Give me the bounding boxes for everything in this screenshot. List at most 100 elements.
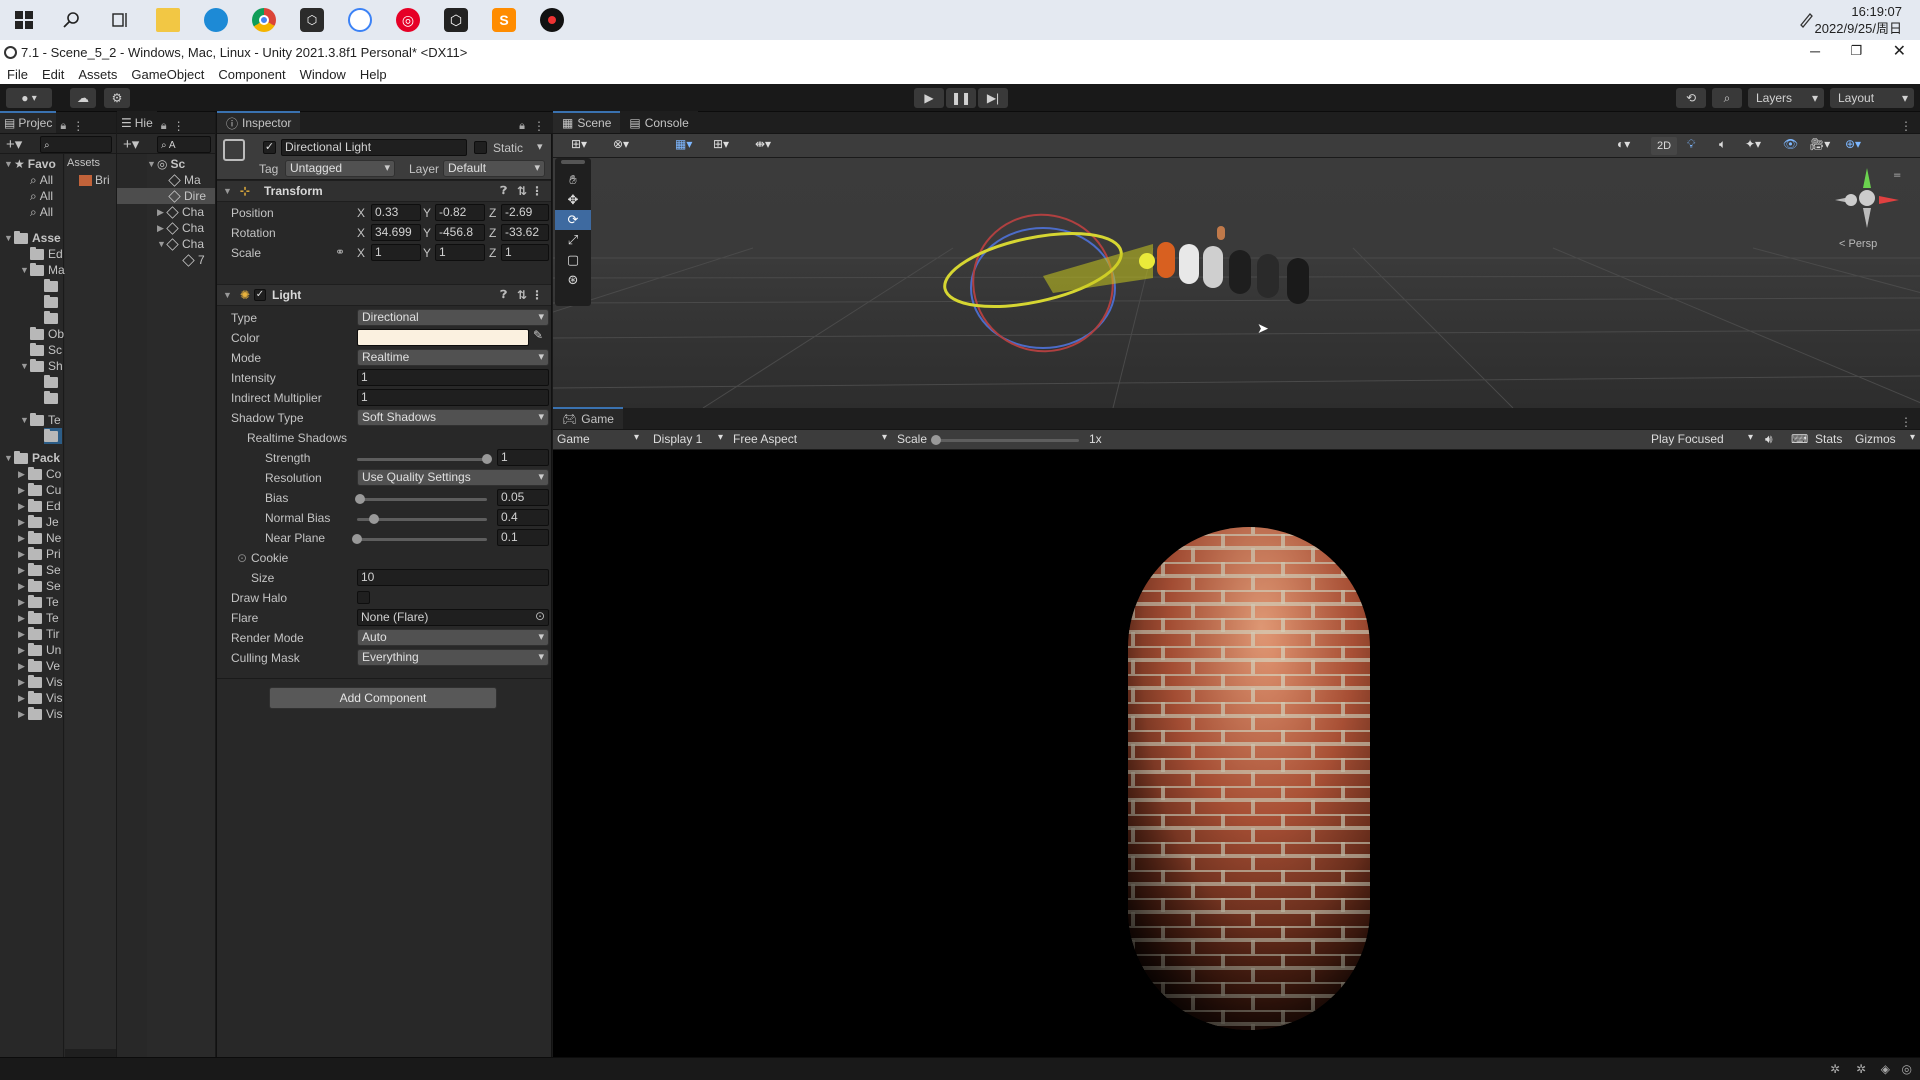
project-search-input[interactable]: ⌕ [40,136,112,153]
unity-hub-icon[interactable]: ⬡ [288,0,336,40]
package-folder[interactable]: ▶ Un [18,642,61,658]
asset-folder[interactable]: ▼ Te [20,412,61,428]
favorite-item[interactable]: ⌕ All [30,172,53,188]
lock-icon[interactable]: 🔒︎ [519,120,525,133]
package-folder[interactable]: ▶ Pri [18,546,61,562]
package-folder[interactable]: ▶ Se [18,578,61,594]
static-dropdown-icon[interactable]: ▾ [537,140,543,153]
rotation-y-field[interactable]: -456.8 [435,224,485,241]
rotation-z-field[interactable]: -33.62 [501,224,549,241]
hierarchy-item[interactable]: ▶ Cha [157,220,204,236]
flare-field[interactable]: None (Flare) [357,609,549,626]
scale-y-field[interactable]: 1 [435,244,485,261]
asset-folder[interactable] [44,278,62,294]
persp-label[interactable]: < Persp [1839,238,1877,250]
menu-file[interactable]: File [0,67,35,82]
package-folder[interactable]: ▶ Ne [18,530,61,546]
hidden-objects-icon[interactable]: 👁︎ [1783,137,1798,151]
near-plane-slider-track[interactable] [357,538,487,541]
app-dark-icon[interactable] [528,0,576,40]
assets-breadcrumb[interactable]: Assets [67,155,100,171]
more-menu-icon[interactable]: ⋮ [72,119,84,133]
favorite-item[interactable]: ⌕ All [30,188,53,204]
position-y-field[interactable]: -0.82 [435,204,485,221]
search-icon[interactable] [48,0,96,40]
grid-snapping-icon[interactable]: ▦▾ [675,137,692,151]
game-view-dropdown[interactable]: Game ▾ [557,432,643,446]
chrome-browser-icon[interactable] [240,0,288,40]
more-menu-icon[interactable]: ⋮ [1900,415,1912,429]
menu-component[interactable]: Component [211,67,292,82]
bias-slider-knob[interactable] [355,494,366,504]
render-mode-dropdown[interactable]: Auto [357,629,549,646]
transform-header[interactable]: ▼ ⊹ Transform ❓︎ ⇅ ⋮ [217,180,551,202]
toggle-2d-button[interactable]: 2D [1651,137,1677,155]
lock-icon[interactable]: 🔒︎ [60,120,66,133]
presets-icon[interactable]: ⇅ [517,288,527,302]
menu-help[interactable]: Help [353,67,394,82]
cloud-button[interactable]: ☁ [70,88,96,108]
package-folder[interactable]: ▶ Ed [18,498,61,514]
package-folder[interactable]: ▶ Se [18,562,61,578]
package-folder[interactable]: ▶ Vis [18,674,62,690]
sublime-text-icon[interactable]: S [480,0,528,40]
favorites-header[interactable]: ▼ ★ Favo [4,156,56,172]
add-icon[interactable]: +▾ [123,135,139,153]
component-menu-icon[interactable]: ⋮ [531,184,543,198]
pen-icon[interactable] [1798,10,1816,31]
menu-gameobject[interactable]: GameObject [124,67,211,82]
color-swatch[interactable] [357,329,529,346]
rect-tool-icon[interactable]: ▢ [555,250,591,270]
netease-music-icon[interactable]: ◎ [384,0,432,40]
step-button[interactable]: ▶| [978,88,1008,108]
link-icon[interactable]: ⚭ [335,245,345,259]
scene-viewport[interactable]: ✋︎ ✥ ⟳ ⤢ ▢ ⊛ = < Persp ➤ [553,158,1920,408]
strength-field[interactable]: 1 [497,449,549,466]
intensity-field[interactable]: 1 [357,369,549,386]
strength-slider-track[interactable] [357,458,487,461]
asset-folder[interactable]: Ed [30,246,63,262]
asset-folder[interactable]: Sc [30,342,62,358]
strength-slider-knob[interactable] [482,454,492,464]
eyedropper-icon[interactable]: ✎ [533,328,543,342]
pivot-toggle-icon[interactable]: ⇼▾ [755,137,771,151]
add-component-button[interactable]: Add Component [269,687,497,709]
light-enabled-checkbox[interactable]: ✓ [253,289,266,301]
more-menu-icon[interactable]: ⋮ [173,119,185,133]
restore-icon[interactable]: ❐ [1850,43,1862,59]
audio-toggle-icon[interactable]: 🔈︎ [1719,137,1726,152]
package-folder[interactable]: ▶ Vis [18,690,62,706]
package-folder[interactable]: ▶ Co [18,466,61,482]
indirect-multiplier-field[interactable]: 1 [357,389,549,406]
move-tool-icon[interactable]: ✥ [555,190,591,210]
add-icon[interactable]: +▾ [6,135,22,153]
gizmos-toggle-icon[interactable]: ⊕▾ [1845,137,1861,151]
close-icon[interactable]: ✕ [1893,41,1906,61]
help-icon[interactable]: ❓︎ [500,185,507,198]
layout-dropdown[interactable]: Layout ▾ [1830,88,1914,108]
assets-header[interactable]: ▼ Asse [4,230,61,246]
package-folder[interactable]: ▶ Ve [18,658,60,674]
normal-bias-field[interactable]: 0.4 [497,509,549,526]
tab-inspector[interactable]: ⓘ Inspector [217,111,301,133]
shortcuts-icon[interactable]: ⌨ [1791,432,1808,446]
display-dropdown[interactable]: Display 1 ▾ [653,432,727,446]
camera-settings-icon[interactable]: 🎥︎▾ [1809,137,1830,151]
play-button[interactable]: ▶ [914,88,944,108]
cache-icon[interactable]: ◈ [1881,1062,1890,1076]
scale-tool-icon[interactable]: ⤢ [555,230,591,250]
edge-browser-icon[interactable] [192,0,240,40]
help-icon[interactable]: ❓︎ [500,289,507,302]
package-folder[interactable]: ▶ Te [18,610,59,626]
system-clock[interactable]: 16:19:07 2022/9/25/周日 [1815,3,1902,37]
draw-mode-icon[interactable]: ⊞▾ [571,137,587,151]
transform-tool-icon[interactable]: ⊛ [555,270,591,290]
app-icon[interactable] [336,0,384,40]
active-checkbox[interactable]: ✓ [263,141,276,154]
asset-folder[interactable] [44,390,62,406]
progress-icon[interactable]: ✲ [1856,1062,1866,1076]
hierarchy-item-selected[interactable]: Dire [117,188,215,204]
hand-tool-icon[interactable]: ✋︎ [555,170,591,190]
menu-edit[interactable]: Edit [35,67,71,82]
tag-dropdown[interactable]: Untagged [285,160,395,177]
